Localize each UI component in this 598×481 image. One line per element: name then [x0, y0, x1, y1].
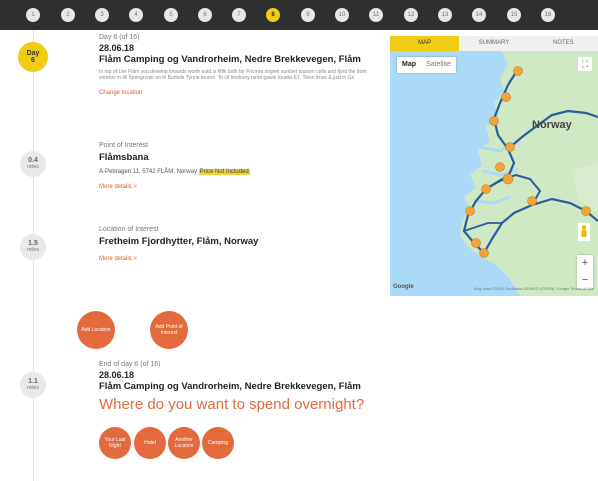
add-point-of-interest-button[interactable]: Add Point of Interest	[150, 311, 188, 349]
route-map[interactable]: Norway Map Satellite ⛶ + − Google Map da…	[390, 51, 598, 296]
zoom-in-button[interactable]: +	[577, 255, 593, 272]
timeline-day-marker: Day 6	[18, 42, 48, 72]
tab-map[interactable]: MAP	[390, 36, 460, 51]
entry-title: Flåm Camping og Vandrorheim, Nedre Brekk…	[99, 54, 361, 65]
day-button-active[interactable]: 8	[266, 8, 280, 22]
map-attribution: Map data ©2018 GeoBasis-DE/BKG (©2009), …	[474, 286, 594, 291]
distance-unit: miles	[27, 247, 39, 253]
day-button[interactable]: 5	[164, 8, 178, 22]
map-tabs: MAP SUMMARY NOTES	[390, 36, 598, 51]
location-of-interest-entry: Location of Interest Fretheim Fjordhytte…	[99, 226, 374, 265]
distance-value: 0.4	[28, 157, 38, 164]
day-button[interactable]: 14	[472, 8, 486, 22]
entry-date: 28.06.18	[99, 370, 135, 380]
day-selector-bar: 1 2 3 4 5 6 7 8 9 10 11 12 13 14 15 16	[0, 0, 598, 30]
map-panel: MAP SUMMARY NOTES Norway Map Satellite ⛶…	[390, 36, 598, 296]
street-view-pegman-icon[interactable]	[578, 223, 590, 241]
timeline-distance-marker: 1.1 miles	[20, 372, 46, 398]
more-details-link[interactable]: More details >	[99, 184, 137, 190]
entry-title: Flåmsbana	[99, 152, 149, 163]
entry-title: Flåm Camping og Vandrorheim, Nedre Brekk…	[99, 381, 361, 392]
map-type-control: Map Satellite	[397, 57, 456, 73]
entry-kicker: End of day 6 (of 16)	[99, 361, 161, 368]
distance-unit: miles	[27, 164, 39, 170]
fullscreen-icon[interactable]: ⛶	[578, 57, 592, 71]
day-button[interactable]: 2	[61, 8, 75, 22]
your-last-night-button[interactable]: Your Last Night	[99, 427, 131, 459]
more-details-link[interactable]: More details >	[99, 256, 137, 262]
day-start-entry: Day 6 (of 16) 28.06.18 Flåm Camping og V…	[99, 34, 374, 99]
change-location-link[interactable]: Change location	[99, 90, 142, 96]
zoom-control: + −	[577, 255, 593, 289]
entry-address: A-Pebragen 11, 5742 FLÅM, Norway Price N…	[99, 169, 374, 175]
map-type-map-button[interactable]: Map	[397, 57, 421, 73]
day-button[interactable]: 1	[26, 8, 40, 22]
map-country-label: Norway	[532, 119, 572, 131]
day-button[interactable]: 12	[404, 8, 418, 22]
entry-kicker: Location of Interest	[99, 226, 159, 233]
day-button[interactable]: 10	[335, 8, 349, 22]
day-button[interactable]: 16	[541, 8, 555, 22]
day-button[interactable]: 7	[232, 8, 246, 22]
hotel-button[interactable]: Hotel	[134, 427, 166, 459]
distance-value: 1.5	[28, 240, 38, 247]
day-button[interactable]: 3	[95, 8, 109, 22]
day-end-entry: End of day 6 (of 16) 28.06.18 Flåm Campi…	[99, 361, 374, 413]
another-location-button[interactable]: Another Location	[168, 427, 200, 459]
address-text: A-Pebragen 11, 5742 FLÅM, Norway	[99, 169, 197, 175]
map-canvas	[460, 51, 598, 296]
day-button[interactable]: 4	[129, 8, 143, 22]
price-badge: Price Not Included	[198, 169, 250, 175]
tab-notes[interactable]: NOTES	[528, 36, 598, 51]
day-button[interactable]: 13	[438, 8, 452, 22]
day-marker-number: 6	[31, 57, 35, 64]
distance-unit: miles	[27, 385, 39, 391]
camping-button[interactable]: Camping	[202, 427, 234, 459]
overnight-question: Where do you want to spend overnight?	[99, 396, 365, 413]
timeline-distance-marker: 0.4 miles	[20, 151, 46, 177]
entry-title: Fretheim Fjordhytter, Flåm, Norway	[99, 236, 259, 247]
day-button[interactable]: 15	[507, 8, 521, 22]
distance-value: 1.1	[28, 378, 38, 385]
day-button[interactable]: 11	[369, 8, 383, 22]
map-type-satellite-button[interactable]: Satellite	[421, 57, 456, 73]
entry-kicker: Point of Interest	[99, 142, 149, 149]
google-logo: Google	[393, 284, 414, 290]
entry-kicker: Day 6 (of 16)	[99, 34, 140, 41]
day-button[interactable]: 6	[198, 8, 212, 22]
day-button[interactable]: 9	[301, 8, 315, 22]
add-location-button[interactable]: Add Location	[77, 311, 115, 349]
entry-date: 28.06.18	[99, 43, 135, 53]
point-of-interest-entry: Point of Interest Flåmsbana A-Pebragen 1…	[99, 142, 374, 193]
tab-summary[interactable]: SUMMARY	[459, 36, 529, 51]
day-marker-label: Day	[26, 50, 40, 57]
entry-description: In top of Lier Flåm you develop towards …	[99, 69, 367, 81]
timeline-distance-marker: 1.5 miles	[20, 234, 46, 260]
